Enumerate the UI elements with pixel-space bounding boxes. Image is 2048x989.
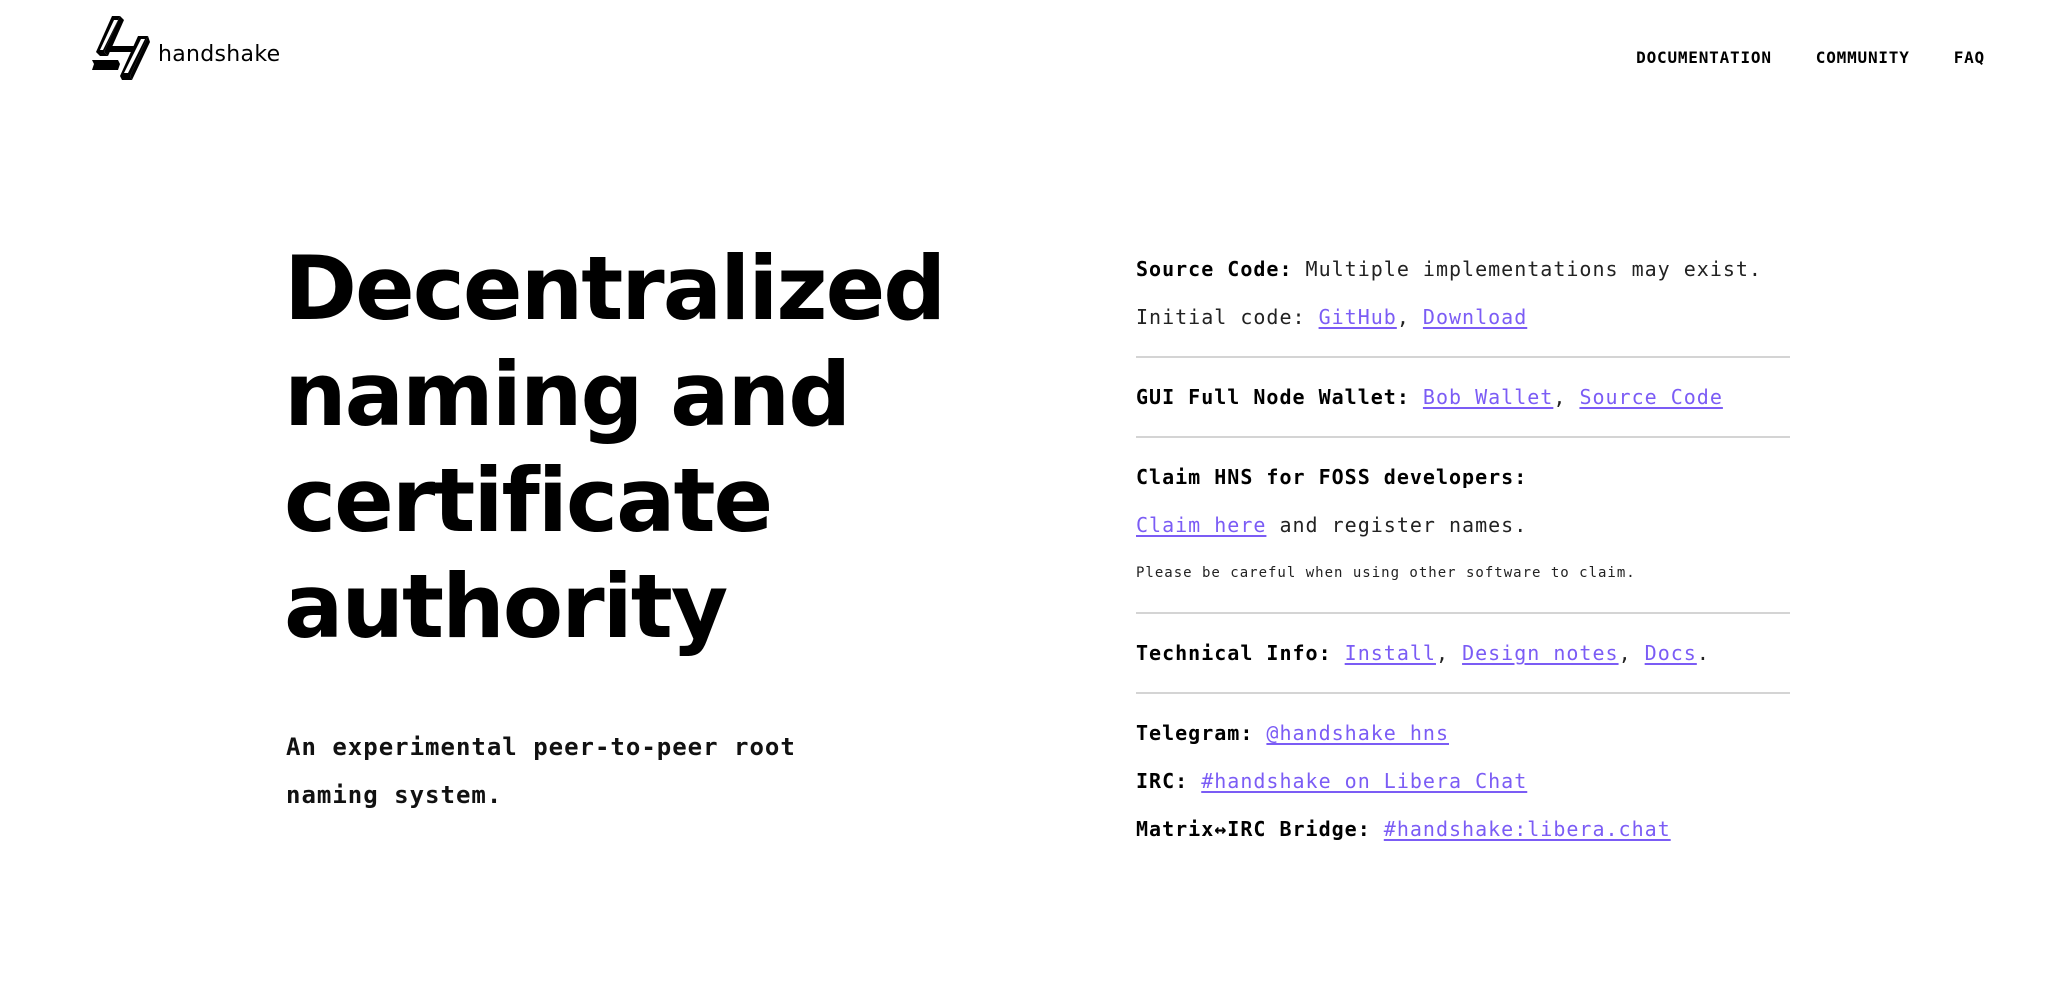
claim-label: Claim HNS for FOSS developers: — [1136, 465, 1528, 489]
main-nav: DOCUMENTATION COMMUNITY FAQ — [1636, 48, 1985, 67]
period: . — [1696, 641, 1710, 665]
matrix-label: Matrix↔IRC Bridge: — [1136, 817, 1371, 841]
separator: , — [1618, 641, 1645, 665]
wallet-block: GUI Full Node Wallet: Bob Wallet, Source… — [1136, 373, 1790, 438]
docs-link[interactable]: Docs — [1645, 641, 1697, 665]
separator: , — [1553, 385, 1580, 409]
technical-block: Technical Info: Install, Design notes, D… — [1136, 629, 1790, 694]
source-code-label: Source Code: — [1136, 257, 1293, 281]
claim-text: and register names. — [1266, 513, 1528, 537]
nav-faq[interactable]: FAQ — [1954, 48, 1985, 67]
hero-title-line: certificate — [284, 449, 773, 552]
bob-wallet-link[interactable]: Bob Wallet — [1423, 385, 1553, 409]
design-notes-link[interactable]: Design notes — [1462, 641, 1619, 665]
nav-documentation[interactable]: DOCUMENTATION — [1636, 48, 1772, 67]
github-link[interactable]: GitHub — [1319, 305, 1397, 329]
hero-subtitle-line: naming system. — [286, 781, 503, 809]
handshake-logo-icon — [92, 16, 150, 80]
install-link[interactable]: Install — [1345, 641, 1436, 665]
claim-here-link[interactable]: Claim here — [1136, 513, 1266, 537]
site-header: handshake DOCUMENTATION COMMUNITY FAQ — [0, 0, 2048, 110]
irc-link[interactable]: #handshake on Libera Chat — [1201, 769, 1527, 793]
logo-text: handshake — [158, 41, 281, 67]
technical-label: Technical Info: — [1136, 641, 1332, 665]
download-link[interactable]: Download — [1423, 305, 1527, 329]
hero-subtitle: An experimental peer-to-peer root naming… — [286, 723, 906, 819]
telegram-link[interactable]: @handshake_hns — [1266, 721, 1449, 745]
separator: , — [1396, 305, 1423, 329]
hero-title-line: Decentralized — [284, 237, 946, 340]
claim-note: Please be careful when using other softw… — [1136, 565, 1636, 581]
matrix-link[interactable]: #handshake:libera.chat — [1384, 817, 1671, 841]
wallet-source-code-link[interactable]: Source Code — [1579, 385, 1722, 409]
nav-community[interactable]: COMMUNITY — [1816, 48, 1910, 67]
source-code-block: Source Code: Multiple implementations ma… — [1136, 245, 1790, 358]
wallet-label: GUI Full Node Wallet: — [1136, 385, 1410, 409]
claim-block: Claim HNS for FOSS developers: Claim her… — [1136, 453, 1790, 614]
info-column: Source Code: Multiple implementations ma… — [1136, 245, 1790, 883]
separator: , — [1435, 641, 1463, 665]
hero-title-line: naming and — [284, 343, 851, 446]
logo-link[interactable]: handshake — [90, 14, 280, 80]
hero-title: Decentralized naming and certificate aut… — [284, 236, 946, 660]
community-block: Telegram: @handshake_hns IRC: #handshake… — [1136, 709, 1790, 868]
irc-label: IRC: — [1136, 769, 1189, 793]
telegram-label: Telegram: — [1136, 721, 1254, 745]
hero-subtitle-line: An experimental peer-to-peer root — [286, 733, 796, 761]
hero-title-line: authority — [284, 555, 728, 658]
